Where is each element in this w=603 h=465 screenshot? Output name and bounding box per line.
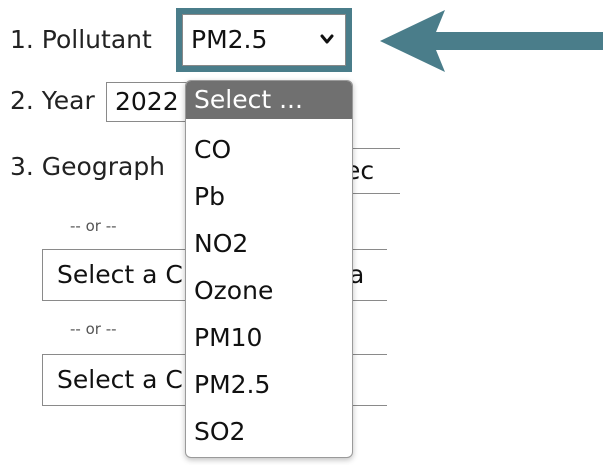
dropdown-option-co[interactable]: CO: [186, 131, 352, 169]
geography-label: 3. Geograph: [10, 152, 166, 181]
chevron-down-icon: [320, 34, 334, 44]
or-separator-2: -- or --: [70, 320, 117, 338]
dropdown-option-ozone[interactable]: Ozone: [186, 272, 352, 310]
pollutant-label: 1. Pollutant: [10, 25, 152, 54]
year-select-value: 2022: [115, 87, 179, 116]
dropdown-option-pm10[interactable]: PM10: [186, 319, 352, 357]
dropdown-option-select[interactable]: Select ...: [186, 81, 352, 119]
pollutant-select[interactable]: PM2.5: [182, 14, 346, 66]
pollutant-select-value: PM2.5: [191, 25, 268, 54]
dropdown-option-pm25[interactable]: PM2.5: [186, 366, 352, 404]
year-label: 2. Year: [10, 86, 95, 115]
cbsa-select-text: Select a C: [57, 365, 183, 394]
county-select-text: Select a C: [57, 260, 183, 289]
dropdown-option-so2[interactable]: SO2: [186, 413, 352, 451]
left-arrow-icon: [380, 10, 603, 72]
or-separator-1: -- or --: [70, 217, 117, 235]
pollutant-dropdown-list: Select ... CO Pb NO2 Ozone PM10 PM2.5 SO…: [185, 80, 353, 458]
year-select[interactable]: 2022: [106, 82, 190, 122]
dropdown-option-pb[interactable]: Pb: [186, 178, 352, 216]
dropdown-option-no2[interactable]: NO2: [186, 225, 352, 263]
pollutant-select-highlight: PM2.5: [176, 8, 352, 72]
